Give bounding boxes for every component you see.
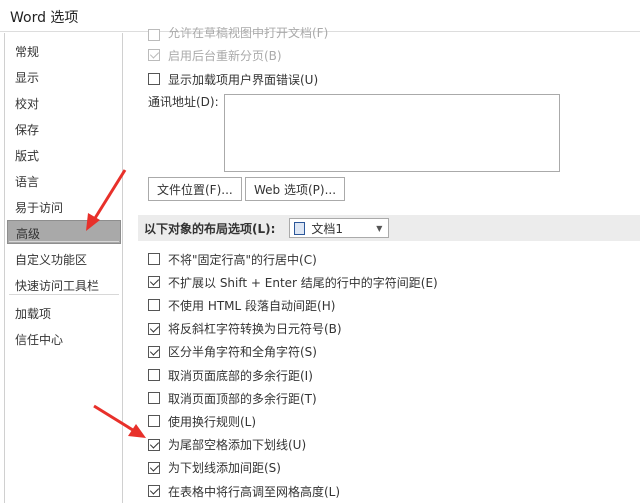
layout-options-label: 以下对象的布局选项(L): bbox=[144, 221, 276, 236]
checkbox-label: 不使用 HTML 段落自动间距(H) bbox=[168, 298, 336, 313]
layout-option[interactable]: 取消页面底部的多余行距(I) bbox=[148, 365, 313, 385]
layout-option[interactable]: 在表格中将行高调至网格高度(L) bbox=[148, 481, 340, 501]
checkbox-label: 不扩展以 Shift + Enter 结尾的行中的字符间距(E) bbox=[168, 275, 438, 290]
checkbox[interactable] bbox=[148, 392, 160, 405]
checkbox-addin-errors[interactable]: 显示加载项用户界面错误(U) bbox=[148, 69, 318, 89]
file-locations-button[interactable]: 文件位置(F)... bbox=[148, 177, 242, 201]
checkbox[interactable] bbox=[148, 485, 160, 497]
word-document-icon bbox=[294, 221, 306, 235]
checkbox-label: 取消页面顶部的多余行距(T) bbox=[168, 391, 317, 406]
checkbox-label: 显示加载项用户界面错误(U) bbox=[168, 72, 319, 87]
checkbox-label: 在表格中将行高调至网格高度(L) bbox=[168, 484, 341, 499]
sidebar: 常规 显示 校对 保存 版式 语言 易于访问 高级 自定义功能区 快速访问工具栏 加载项 信任中心 bbox=[4, 33, 123, 503]
sidebar-item[interactable]: 版式 bbox=[7, 143, 121, 167]
checkbox[interactable] bbox=[148, 438, 160, 451]
layout-option[interactable]: 为尾部空格添加下划线(U) bbox=[148, 435, 306, 455]
document-select-value: 文档1 bbox=[311, 221, 344, 236]
web-options-button[interactable]: Web 选项(P)... bbox=[245, 177, 346, 201]
checkbox[interactable] bbox=[148, 253, 160, 265]
sidebar-item[interactable]: 保存 bbox=[7, 117, 121, 141]
document-select[interactable]: 文档1 ▼ bbox=[289, 218, 390, 238]
sidebar-item[interactable]: 信任中心 bbox=[7, 327, 121, 351]
sidebar-divider bbox=[9, 241, 119, 242]
sidebar-item[interactable]: 校对 bbox=[7, 91, 121, 115]
checkbox[interactable] bbox=[148, 299, 160, 312]
layout-option[interactable]: 不扩展以 Shift + Enter 结尾的行中的字符间距(E) bbox=[148, 272, 438, 292]
checkbox-label: 允许在草稿视图中打开文档(F) bbox=[168, 27, 329, 40]
checkbox-label: 为尾部空格添加下划线(U) bbox=[168, 438, 307, 453]
checkbox-label: 不将"固定行高"的行居中(C) bbox=[168, 252, 317, 267]
checkbox-label: 启用后台重新分页(B) bbox=[168, 48, 282, 63]
sidebar-item[interactable]: 自定义功能区 bbox=[7, 247, 121, 271]
checkbox-label: 区分半角字符和全角字符(S) bbox=[168, 345, 317, 360]
sidebar-item[interactable]: 显示 bbox=[7, 65, 121, 89]
sidebar-item[interactable]: 易于访问 bbox=[7, 195, 121, 219]
chevron-down-icon: ▼ bbox=[376, 224, 383, 233]
sidebar-item[interactable]: 加载项 bbox=[7, 301, 121, 325]
layout-option[interactable]: 区分半角字符和全角字符(S) bbox=[148, 342, 317, 362]
layout-option[interactable]: 取消页面顶部的多余行距(T) bbox=[148, 388, 317, 408]
layout-options-header: 以下对象的布局选项(L): 文档1 ▼ bbox=[138, 215, 640, 241]
layout-option[interactable]: 不将"固定行高"的行居中(C) bbox=[148, 249, 317, 269]
mailing-address-label: 通讯地址(D): bbox=[148, 95, 219, 109]
checkbox-background-repaginate[interactable]: 启用后台重新分页(B) bbox=[148, 45, 282, 65]
checkbox-label: 为下划线添加间距(S) bbox=[168, 461, 281, 476]
sidebar-item[interactable]: 常规 bbox=[7, 39, 121, 63]
layout-option[interactable]: 为下划线添加间距(S) bbox=[148, 458, 281, 478]
checkbox-label: 将反斜杠字符转换为日元符号(B) bbox=[168, 322, 342, 337]
advanced-panel: 允许在草稿视图中打开文档(F) 启用后台重新分页(B) 显示加载项用户界面错误(… bbox=[130, 27, 640, 503]
checkbox[interactable] bbox=[148, 415, 160, 428]
checkbox[interactable] bbox=[148, 461, 160, 474]
layout-option[interactable]: 将反斜杠字符转换为日元符号(B) bbox=[148, 319, 342, 339]
layout-option[interactable]: 不使用 HTML 段落自动间距(H) bbox=[148, 295, 335, 315]
sidebar-item[interactable]: 语言 bbox=[7, 169, 121, 193]
checkbox-label: 使用换行规则(L) bbox=[168, 414, 257, 429]
checkbox[interactable] bbox=[148, 345, 160, 358]
checkbox[interactable] bbox=[148, 322, 160, 335]
checkbox[interactable] bbox=[148, 49, 160, 61]
checkbox[interactable] bbox=[148, 29, 160, 41]
checkbox-label: 取消页面底部的多余行距(I) bbox=[168, 368, 313, 383]
checkbox[interactable] bbox=[148, 276, 160, 289]
checkbox[interactable] bbox=[148, 73, 160, 85]
sidebar-divider bbox=[9, 294, 119, 295]
checkbox[interactable] bbox=[148, 369, 160, 381]
mailing-address-input[interactable] bbox=[224, 94, 560, 172]
layout-option[interactable]: 使用换行规则(L) bbox=[148, 411, 256, 431]
checkbox-draft-view[interactable]: 允许在草稿视图中打开文档(F) bbox=[148, 27, 328, 41]
